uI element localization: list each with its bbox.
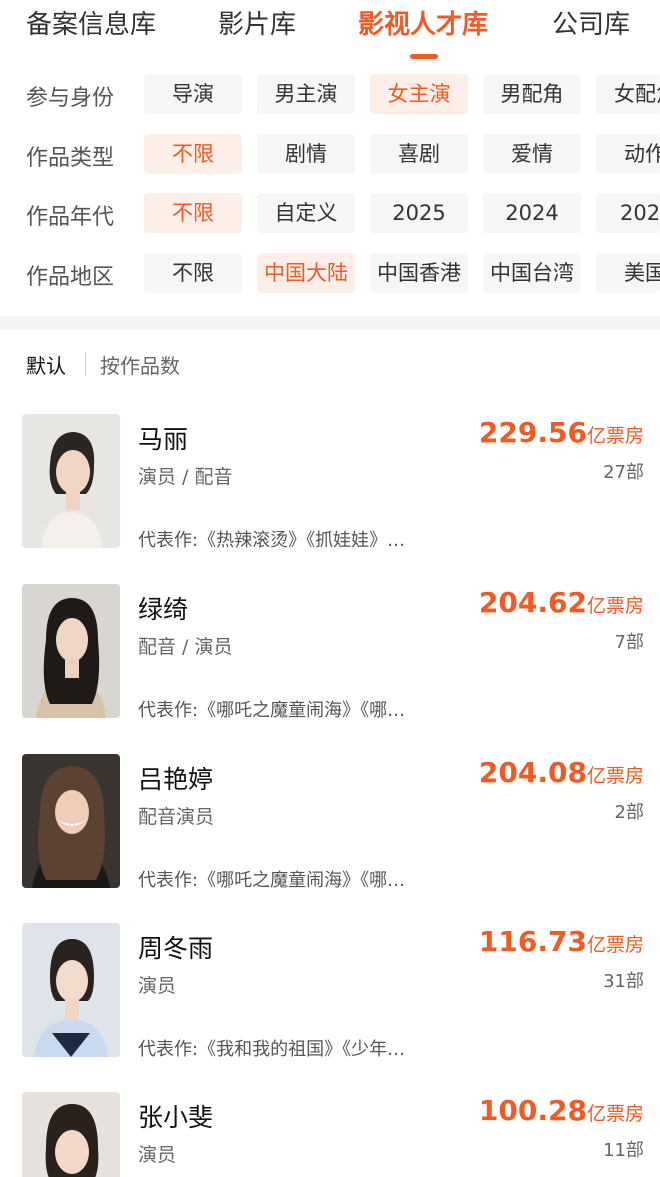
box-office-value: 100.28: [478, 1094, 587, 1127]
sort-separator: [85, 352, 86, 376]
box-office-value: 204.08: [478, 756, 587, 789]
chip-role-male-lead[interactable]: 男主演: [257, 74, 355, 114]
person-name: 绿绮: [138, 595, 189, 624]
top-tab-bar: 备案信息库 影片库 影视人才库 公司库: [0, 0, 660, 66]
box-office-unit: 亿票房: [586, 1103, 644, 1125]
tab-talent-library[interactable]: 影视人才库: [358, 4, 488, 41]
person-name: 张小斐: [138, 1103, 214, 1132]
avatar: [22, 1092, 120, 1177]
person-role: 配音演员: [138, 806, 215, 828]
list-item[interactable]: 周冬雨 演员 代表作:《我和我的祖国》《少年… 116.73亿票房 31部: [0, 923, 660, 1073]
filter-label-role: 参与身份: [26, 86, 115, 111]
list-item[interactable]: 张小斐 演员 100.28亿票房 11部: [0, 1092, 660, 1177]
person-role: 演员: [138, 975, 177, 997]
avatar: [22, 414, 120, 548]
filter-row-genre: 作品类型 不限 剧情 喜剧 爱情 动作: [0, 134, 660, 178]
person-role: 演员 / 配音: [138, 466, 233, 488]
works-count: 27部: [603, 462, 644, 483]
active-tab-indicator: [410, 54, 438, 59]
box-office-value: 229.56: [478, 416, 587, 449]
box-office-unit: 亿票房: [586, 595, 644, 617]
person-name: 吕艳婷: [138, 765, 214, 794]
representative-works: 代表作:《哪吒之魔童闹海》《哪…: [138, 870, 406, 891]
chip-year-2023[interactable]: 2023: [596, 193, 660, 233]
box-office: 204.62亿票房: [479, 586, 644, 619]
person-role: 配音 / 演员: [138, 636, 233, 658]
chip-year-2024[interactable]: 2024: [483, 193, 581, 233]
filter-row-region: 作品地区 不限 中国大陆 中国香港 中国台湾 美国: [0, 253, 660, 297]
representative-works: 代表作:《热辣滚烫》《抓娃娃》…: [138, 530, 406, 551]
filter-label-region: 作品地区: [26, 265, 115, 290]
list-item[interactable]: 吕艳婷 配音演员 代表作:《哪吒之魔童闹海》《哪… 204.08亿票房 2部: [0, 754, 660, 904]
section-divider: [0, 316, 660, 330]
representative-works: 代表作:《我和我的祖国》《少年…: [138, 1039, 406, 1060]
filter-row-role: 参与身份 导演 男主演 女主演 男配角 女配角: [0, 74, 660, 118]
box-office: 229.56亿票房: [479, 416, 644, 449]
person-name: 周冬雨: [138, 934, 214, 963]
box-office: 100.28亿票房: [479, 1094, 644, 1127]
chip-genre-any[interactable]: 不限: [144, 134, 242, 174]
filter-label-genre: 作品类型: [26, 146, 115, 171]
chip-region-mainland[interactable]: 中国大陆: [257, 253, 355, 293]
chip-genre-action[interactable]: 动作: [596, 134, 660, 174]
box-office: 204.08亿票房: [479, 756, 644, 789]
chip-region-taiwan[interactable]: 中国台湾: [483, 253, 581, 293]
chip-role-female-lead[interactable]: 女主演: [370, 74, 468, 114]
works-count: 11部: [603, 1140, 644, 1161]
box-office-unit: 亿票房: [586, 425, 644, 447]
box-office-unit: 亿票房: [586, 765, 644, 787]
chip-year-any[interactable]: 不限: [144, 193, 242, 233]
chip-year-custom[interactable]: 自定义: [257, 193, 355, 233]
chip-role-female-supporting[interactable]: 女配角: [596, 74, 660, 114]
avatar: [22, 754, 120, 888]
person-role: 演员: [138, 1144, 177, 1166]
tab-filing-info[interactable]: 备案信息库: [26, 4, 156, 41]
list-item[interactable]: 绿绮 配音 / 演员 代表作:《哪吒之魔童闹海》《哪… 204.62亿票房 7部: [0, 584, 660, 734]
works-count: 7部: [614, 632, 644, 653]
chip-role-director[interactable]: 导演: [144, 74, 242, 114]
tab-film-library[interactable]: 影片库: [218, 4, 296, 41]
chip-region-hongkong[interactable]: 中国香港: [370, 253, 468, 293]
box-office-unit: 亿票房: [586, 934, 644, 956]
box-office-value: 116.73: [478, 925, 587, 958]
works-count: 2部: [614, 802, 644, 823]
sort-default[interactable]: 默认: [26, 350, 66, 380]
chip-genre-drama[interactable]: 剧情: [257, 134, 355, 174]
list-item[interactable]: 马丽 演员 / 配音 代表作:《热辣滚烫》《抓娃娃》… 229.56亿票房 27…: [0, 414, 660, 564]
avatar: [22, 923, 120, 1057]
person-name: 马丽: [138, 425, 189, 454]
box-office: 116.73亿票房: [479, 925, 644, 958]
filter-row-year: 作品年代 不限 自定义 2025 2024 2023: [0, 193, 660, 237]
chip-role-male-supporting[interactable]: 男配角: [483, 74, 581, 114]
chip-region-any[interactable]: 不限: [144, 253, 242, 293]
sort-by-works[interactable]: 按作品数: [100, 350, 180, 380]
chip-year-2025[interactable]: 2025: [370, 193, 468, 233]
avatar: [22, 584, 120, 718]
filter-label-year: 作品年代: [26, 205, 115, 230]
chip-genre-comedy[interactable]: 喜剧: [370, 134, 468, 174]
works-count: 31部: [603, 971, 644, 992]
chip-region-usa[interactable]: 美国: [596, 253, 660, 293]
box-office-value: 204.62: [478, 586, 587, 619]
representative-works: 代表作:《哪吒之魔童闹海》《哪…: [138, 700, 406, 721]
tab-company-library[interactable]: 公司库: [552, 4, 630, 41]
chip-genre-romance[interactable]: 爱情: [483, 134, 581, 174]
